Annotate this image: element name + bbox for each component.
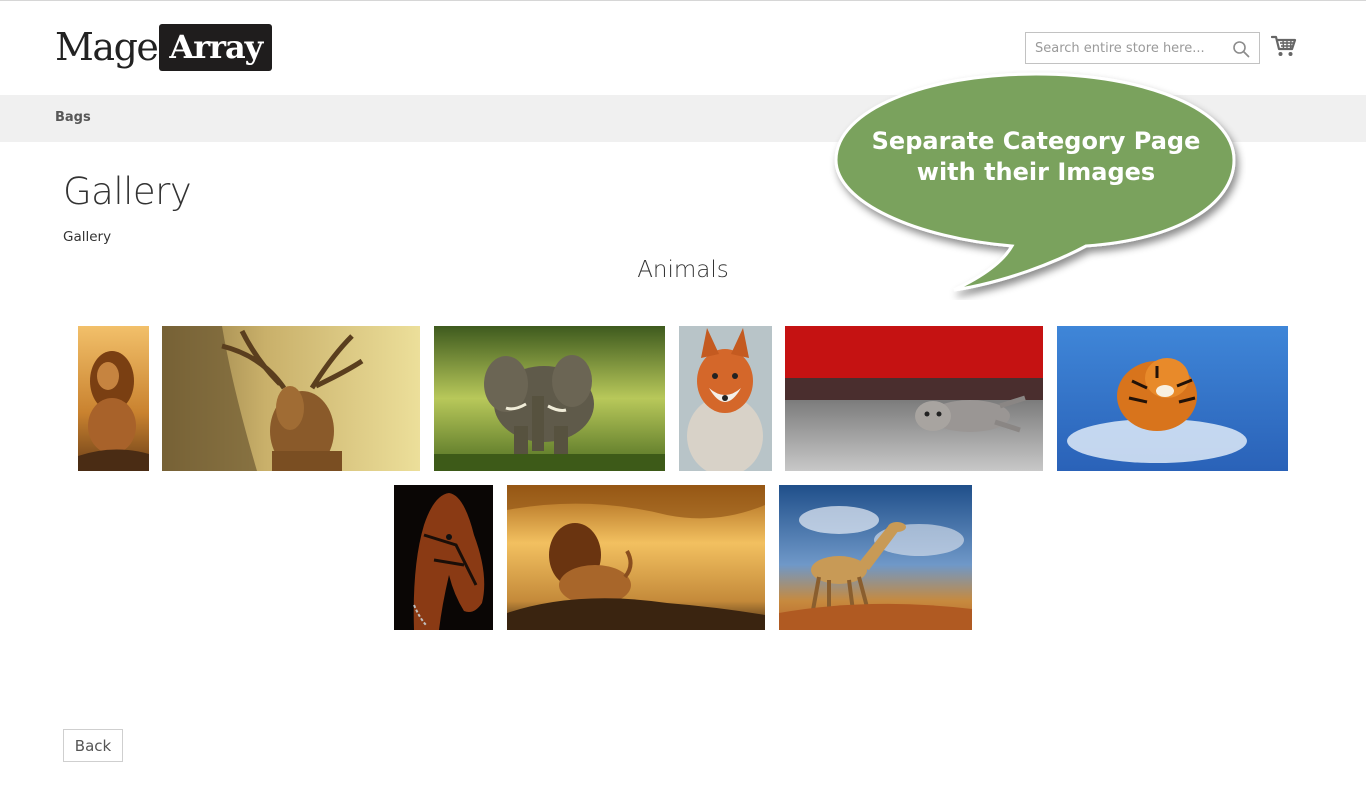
gallery-image-lion-sunset[interactable]	[507, 485, 765, 630]
cart-icon[interactable]	[1271, 34, 1297, 58]
logo-text-array: Array	[159, 23, 273, 71]
gallery-image-giraffe[interactable]	[779, 485, 972, 630]
site-logo[interactable]: Mage Array	[55, 23, 273, 71]
gallery-image-deer[interactable]	[162, 326, 420, 471]
logo-text-mage: Mage	[55, 25, 159, 69]
callout-text: Separate Category Page with their Images	[871, 127, 1201, 186]
gallery-image-fox[interactable]	[679, 326, 772, 471]
gallery-image-kitten[interactable]	[785, 326, 1043, 471]
gallery-image-elephant[interactable]	[434, 326, 665, 471]
search-input[interactable]	[1026, 33, 1226, 63]
gallery-image-lion[interactable]	[78, 326, 149, 471]
nav-item-bags[interactable]: Bags	[55, 110, 91, 125]
gallery-image-horse[interactable]	[394, 485, 493, 630]
back-button[interactable]: Back	[63, 729, 123, 762]
gallery-image-tiger[interactable]	[1057, 326, 1288, 471]
page-title: Gallery	[63, 170, 192, 213]
search-box	[1025, 32, 1260, 64]
search-icon[interactable]	[1232, 40, 1250, 58]
callout-bubble: Separate Category Page with their Images	[826, 70, 1246, 300]
page-sub-label: Gallery	[63, 229, 112, 245]
